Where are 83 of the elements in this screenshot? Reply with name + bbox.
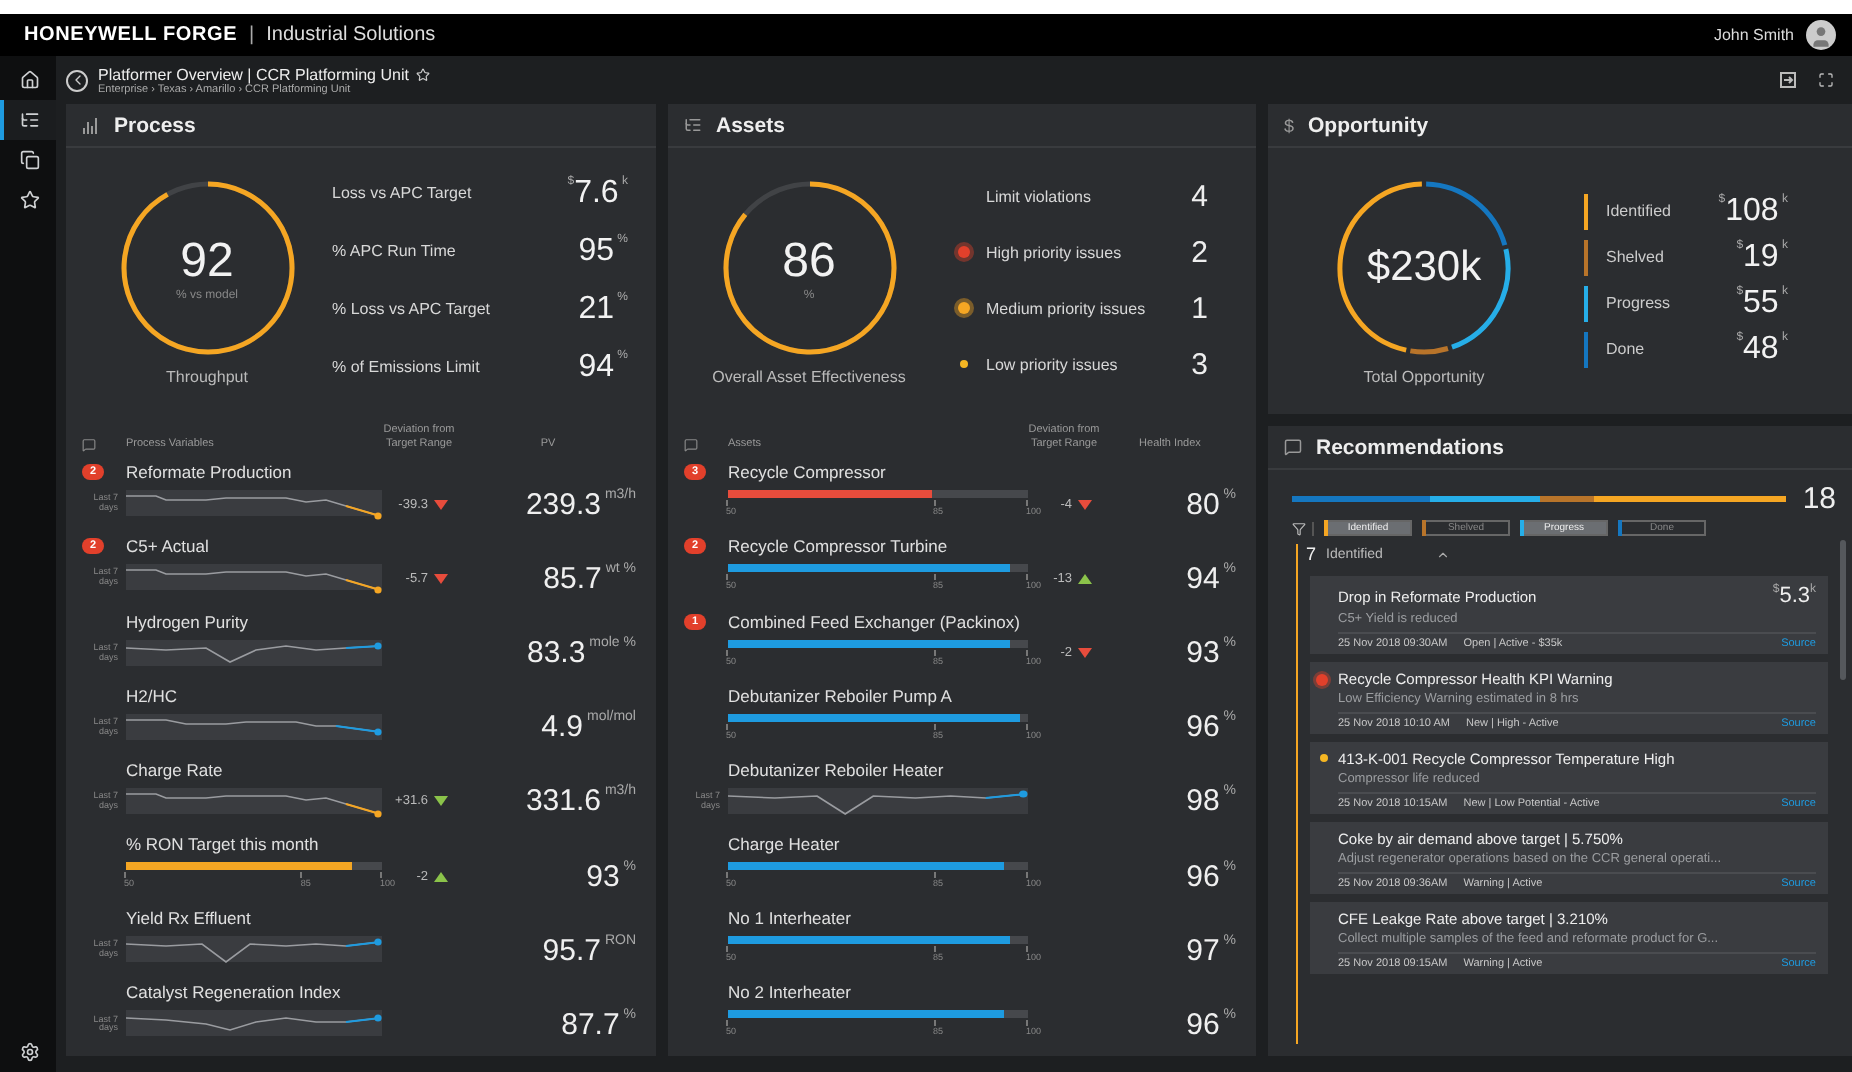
- collapse-button[interactable]: [1436, 547, 1451, 561]
- priority-dot: [958, 302, 970, 314]
- export-button[interactable]: [1774, 72, 1802, 88]
- issue-count: 2: [1191, 235, 1208, 269]
- kpi-label: Loss vs APC Target: [332, 184, 474, 202]
- row-name: Debutanizer Reboiler Pump A: [728, 685, 954, 706]
- bar-chart-icon: [82, 117, 100, 133]
- gauge-value: 86: [782, 233, 836, 289]
- scrollbar[interactable]: [1840, 540, 1846, 680]
- kpi-label: % Loss vs APC Target: [332, 300, 492, 318]
- row-name: Catalyst Regeneration Index: [126, 982, 343, 1003]
- brand-name: HONEYWELL FORGE: [24, 24, 238, 46]
- tree-icon: [20, 110, 40, 130]
- export-icon: [1780, 72, 1796, 88]
- filter-icon: [1292, 521, 1306, 535]
- windows-icon: [20, 150, 40, 170]
- priority-dot: [960, 360, 968, 368]
- row-name: Debutanizer Reboiler Heater: [728, 759, 946, 780]
- star-icon: [20, 190, 40, 210]
- gauge-value: 92: [180, 233, 234, 289]
- dollar-icon: $: [1284, 115, 1295, 135]
- row-name: No 2 Interheater: [728, 982, 853, 1003]
- row-name: C5+ Actual: [126, 536, 211, 557]
- down-triangle-icon: [434, 499, 448, 510]
- issue-label: Low priority issues: [986, 355, 1118, 373]
- tree-icon: [684, 116, 702, 134]
- tree-nav-button[interactable]: [0, 100, 56, 140]
- gauge-label: Throughput: [166, 367, 248, 385]
- gauge-label: Overall Asset Effectiveness: [712, 367, 906, 385]
- row-name: Yield Rx Effluent: [126, 908, 253, 929]
- row-name: Charge Rate: [126, 759, 225, 780]
- fullscreen-icon: [1818, 72, 1834, 88]
- kpi-label: % APC Run Time: [332, 242, 458, 260]
- down-triangle-icon: [434, 573, 448, 584]
- total-count: 18: [1802, 482, 1836, 516]
- back-button[interactable]: [66, 69, 88, 91]
- stat-label: Progress: [1606, 294, 1671, 312]
- kpi-label: % of Emissions Limit: [332, 358, 482, 376]
- gauge-value: $230k: [1366, 243, 1482, 291]
- panel-title: Process: [114, 113, 196, 137]
- user-name: John Smith: [1713, 26, 1794, 44]
- stat-label: Identified: [1606, 202, 1671, 220]
- product-name: Industrial Solutions: [266, 24, 436, 46]
- issue-label: Medium priority issues: [986, 299, 1146, 317]
- issue-label: Limit violations: [986, 187, 1091, 205]
- down-triangle-icon: [1078, 499, 1092, 510]
- panel-title: Opportunity: [1308, 113, 1429, 137]
- up-triangle-icon: [1078, 573, 1092, 584]
- panel-title: Recommendations: [1316, 435, 1504, 459]
- panel-title: Assets: [716, 113, 785, 137]
- issue-count: 3: [1191, 347, 1208, 381]
- row-name: Recycle Compressor: [728, 462, 888, 483]
- separator: |: [249, 24, 255, 46]
- row-name: Reformate Production: [126, 462, 294, 483]
- priority-dot: [1320, 754, 1328, 762]
- issue-count: 4: [1191, 179, 1208, 213]
- home-icon: [20, 70, 40, 90]
- row-name: No 1 Interheater: [728, 908, 853, 929]
- up-triangle-icon: [434, 871, 448, 882]
- gauge-label: Total Opportunity: [1363, 367, 1485, 385]
- row-name: Hydrogen Purity: [126, 611, 250, 632]
- page-title: Platformer Overview | CCR Platforming Unit: [98, 65, 409, 83]
- issue-count: 1: [1191, 291, 1208, 325]
- comment-icon: [1284, 438, 1302, 456]
- comment-icon: [82, 437, 96, 452]
- issue-label: High priority issues: [986, 243, 1122, 261]
- priority-dot: [1316, 674, 1328, 686]
- row-name: Combined Feed Exchanger (Packinox): [728, 611, 1022, 632]
- row-name: Recycle Compressor Turbine: [728, 536, 950, 557]
- favorite-icon[interactable]: [416, 67, 431, 81]
- user-avatar[interactable]: [1806, 20, 1836, 50]
- down-triangle-icon: [434, 796, 448, 807]
- row-name: H2/HC: [126, 685, 180, 706]
- comment-icon: [684, 437, 698, 452]
- group-count: 7: [1306, 544, 1317, 564]
- row-name: Charge Heater: [728, 834, 842, 855]
- stat-label: Shelved: [1606, 248, 1664, 266]
- settings-icon: [20, 1042, 40, 1062]
- chevron-up-icon: [1436, 547, 1451, 561]
- priority-dot: [958, 246, 970, 258]
- row-name: % RON Target this month: [126, 834, 321, 855]
- stat-label: Done: [1606, 340, 1645, 358]
- down-triangle-icon: [1078, 648, 1092, 659]
